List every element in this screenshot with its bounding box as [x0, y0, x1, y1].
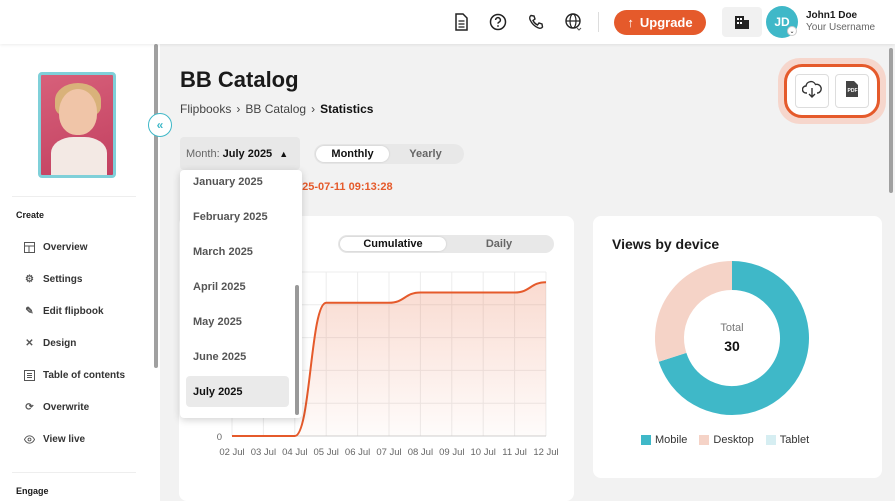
month-dropdown-menu: January 2025 February 2025 March 2025 Ap… [180, 170, 302, 418]
month-option[interactable]: March 2025 [186, 236, 289, 267]
donut-legend: Mobile Desktop Tablet [641, 434, 809, 446]
user-username: Your Username [806, 22, 876, 33]
legend-item-tablet[interactable]: Tablet [765, 434, 810, 446]
help-icon[interactable] [488, 12, 508, 32]
header-separator [598, 12, 599, 32]
x-tick-label: 09 Jul [439, 447, 464, 458]
user-name[interactable]: John1 Doe [806, 10, 857, 21]
month-option[interactable]: January 2025 [186, 170, 289, 197]
legend-swatch [699, 435, 710, 445]
x-tick-label: 03 Jul [251, 447, 276, 458]
x-tick-label: 06 Jul [345, 447, 370, 458]
x-tick-label: 08 Jul [408, 447, 433, 458]
legend-label: Desktop [713, 434, 754, 446]
x-tick-label: 02 Jul [219, 447, 244, 458]
donut-title: Views by device [612, 236, 720, 252]
arrow-up-icon: ↑ [627, 15, 634, 30]
legend-label: Mobile [655, 434, 688, 446]
globe-icon[interactable] [564, 12, 584, 32]
legend-label: Tablet [779, 434, 810, 446]
top-bar: ↑ Upgrade JD ⌄ John1 Doe Your Username [0, 0, 895, 44]
upgrade-label: Upgrade [639, 15, 693, 30]
y-tick-label: 0 [217, 432, 222, 443]
collapse-sidebar-button[interactable]: « [148, 113, 172, 137]
x-tick-label: 10 Jul [471, 447, 496, 458]
month-option[interactable]: April 2025 [186, 271, 289, 302]
x-tick-label: 05 Jul [314, 447, 339, 458]
month-option[interactable]: February 2025 [186, 201, 289, 232]
chevron-down-icon[interactable]: ⌄ [787, 26, 797, 36]
x-tick-label: 12 Jul [533, 447, 558, 458]
month-option[interactable]: May 2025 [186, 306, 289, 337]
upgrade-button[interactable]: ↑ Upgrade [614, 10, 706, 35]
dropdown-scrollbar[interactable] [295, 285, 299, 415]
month-option-selected[interactable]: July 2025 [186, 376, 289, 407]
legend-swatch [641, 435, 651, 445]
month-option[interactable]: June 2025 [186, 341, 289, 372]
legend-swatch [765, 435, 776, 445]
legend-item-mobile[interactable]: Mobile [641, 434, 687, 446]
main-scrollbar[interactable] [889, 48, 893, 193]
legend-item-desktop[interactable]: Desktop [699, 434, 754, 446]
document-icon[interactable] [451, 12, 471, 32]
phone-icon[interactable] [526, 12, 546, 32]
organization-icon[interactable] [722, 7, 762, 37]
x-tick-label: 04 Jul [282, 447, 307, 458]
x-tick-label: 11 Jul [502, 447, 527, 458]
x-tick-label: 07 Jul [376, 447, 401, 458]
